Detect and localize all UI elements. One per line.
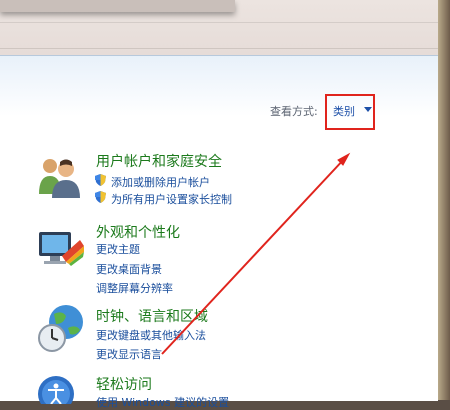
annotation-arrow [161, 152, 351, 355]
